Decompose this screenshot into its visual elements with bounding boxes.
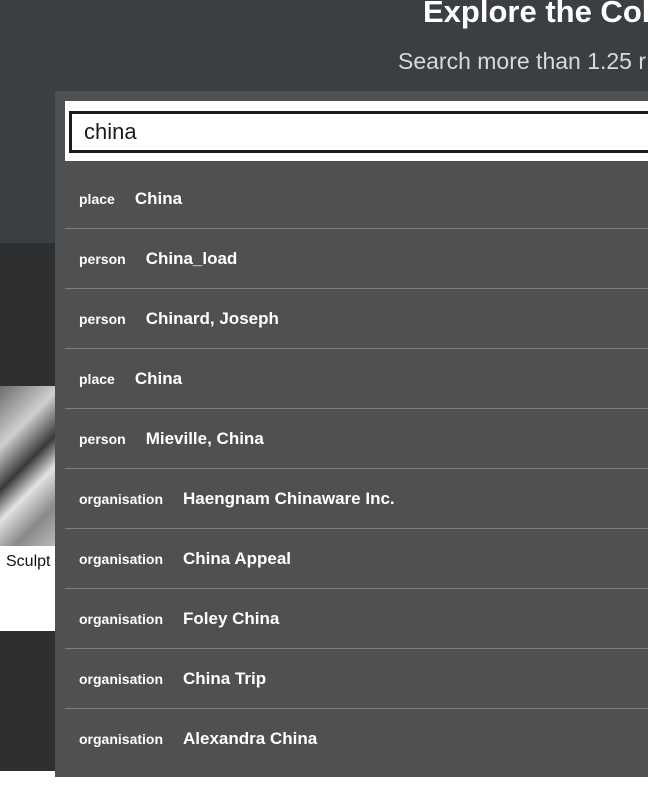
suggestion-item[interactable]: person Mieville, China bbox=[65, 409, 648, 469]
collection-card[interactable]: Sculpt bbox=[0, 386, 58, 631]
search-box bbox=[65, 101, 648, 161]
suggestion-type: organisation bbox=[79, 490, 164, 507]
suggestion-label: China bbox=[134, 188, 183, 208]
suggestion-label: China Trip bbox=[183, 668, 267, 688]
suggestion-item[interactable]: place China bbox=[65, 169, 648, 229]
page-title: Explore the Col bbox=[423, 0, 648, 29]
search-input[interactable] bbox=[69, 111, 648, 153]
suggestion-type: place bbox=[79, 370, 115, 387]
sculpture-image[interactable] bbox=[0, 386, 58, 546]
suggestion-type: organisation bbox=[79, 550, 164, 567]
suggestion-item[interactable]: organisation Foley China bbox=[65, 589, 648, 649]
suggestion-type: person bbox=[79, 430, 126, 447]
suggestion-label: China Appeal bbox=[183, 548, 292, 568]
suggestion-type: place bbox=[79, 190, 115, 207]
suggestion-type: organisation bbox=[79, 610, 164, 627]
suggestion-label: China bbox=[134, 368, 183, 388]
suggestion-type: person bbox=[79, 310, 126, 327]
suggestion-label: Haengnam Chinaware Inc. bbox=[183, 488, 395, 508]
search-autocomplete-panel: place China person China_load person Chi… bbox=[55, 91, 648, 777]
suggestion-item[interactable]: organisation Alexandra China bbox=[65, 709, 648, 769]
suggestion-item[interactable]: organisation Haengnam Chinaware Inc. bbox=[65, 469, 648, 529]
page-subtitle: Search more than 1.25 r bbox=[398, 48, 647, 74]
suggestion-item[interactable]: organisation China Trip bbox=[65, 649, 648, 709]
suggestion-label: Foley China bbox=[183, 608, 280, 628]
suggestion-item[interactable]: organisation China Appeal bbox=[65, 529, 648, 589]
suggestion-label: Chinard, Joseph bbox=[145, 308, 279, 328]
suggestion-label: Alexandra China bbox=[183, 729, 318, 748]
suggestion-list: place China person China_load person Chi… bbox=[65, 169, 648, 769]
suggestion-type: person bbox=[79, 250, 126, 267]
card-caption[interactable]: Sculpt bbox=[6, 553, 50, 571]
suggestion-item[interactable]: person Chinard, Joseph bbox=[65, 289, 648, 349]
suggestion-item[interactable]: person China_load bbox=[65, 229, 648, 289]
suggestion-label: Mieville, China bbox=[145, 428, 264, 448]
suggestion-item[interactable]: place China bbox=[65, 349, 648, 409]
suggestion-type: organisation bbox=[79, 670, 164, 687]
suggestion-label: China_load bbox=[145, 248, 238, 268]
suggestion-type: organisation bbox=[79, 731, 164, 747]
